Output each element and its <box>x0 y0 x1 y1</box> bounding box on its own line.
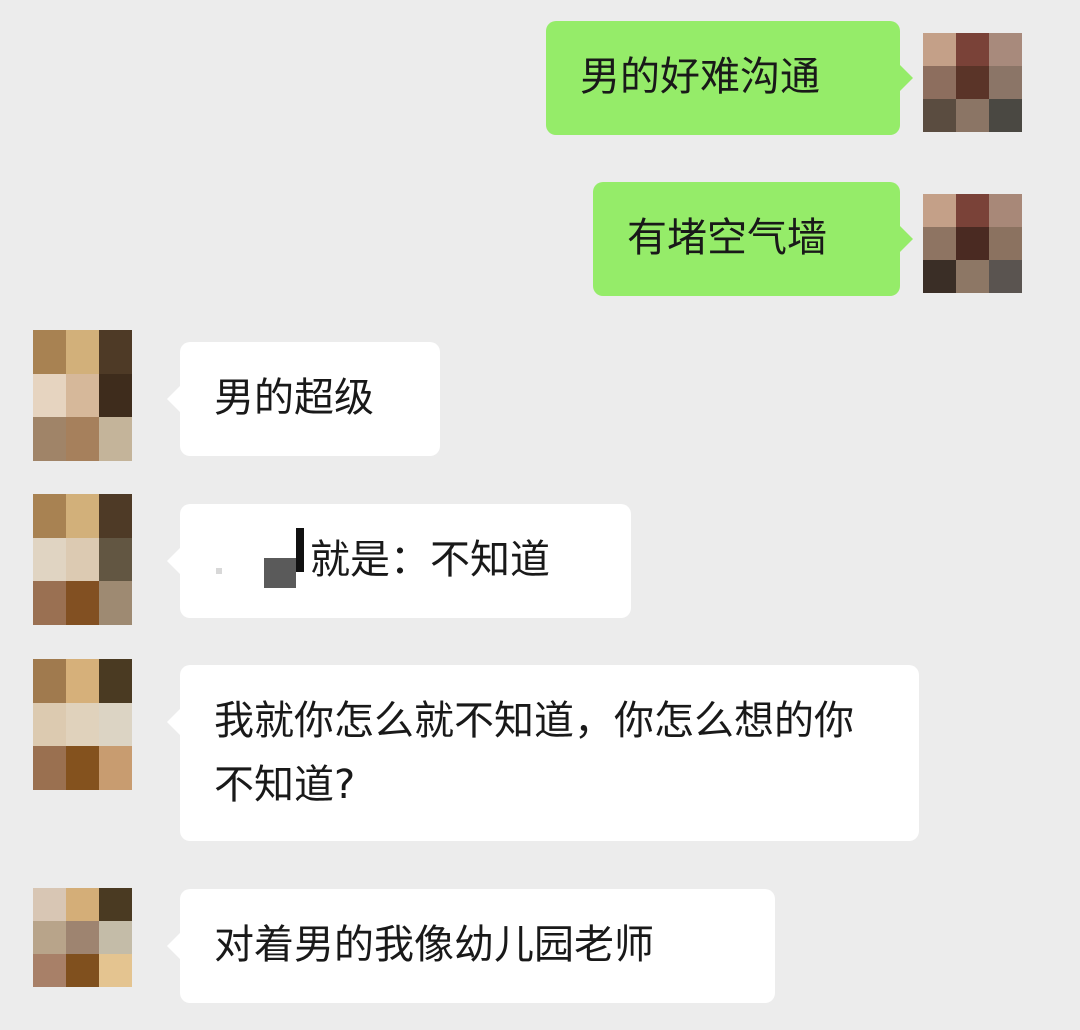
chat-message[interactable]: 男的超级 <box>0 330 1080 461</box>
incoming-message-bubble[interactable]: 就是：不知道 <box>167 504 631 618</box>
message-text: 男的超级 <box>214 375 374 421</box>
message-text: 对着男的我像幼儿园老师 <box>214 922 654 968</box>
bubble-tail <box>167 709 180 735</box>
contact-avatar-icon[interactable] <box>33 888 132 987</box>
bubble-tail <box>167 386 180 412</box>
contact-avatar-icon[interactable] <box>33 659 132 790</box>
message-text: 我就你怎么就不知道，你怎么想的你不知道? <box>214 698 854 808</box>
message-text: 男的好难沟通 <box>580 54 820 100</box>
message-text: 就是：不知道 <box>310 537 550 583</box>
redaction-block <box>216 568 222 574</box>
redaction-block <box>264 558 296 588</box>
bubble-tail <box>167 548 180 574</box>
chat-message[interactable]: 有堵空气墙 <box>0 182 1080 297</box>
chat-message[interactable]: 男的好难沟通 <box>0 21 1080 136</box>
incoming-message-bubble[interactable]: 对着男的我像幼儿园老师 <box>167 889 775 1003</box>
chat-message[interactable]: 对着男的我像幼儿园老师 <box>0 888 1080 1004</box>
contact-avatar-icon[interactable] <box>33 494 132 625</box>
outgoing-message-bubble[interactable]: 有堵空气墙 <box>593 182 913 296</box>
chat-message[interactable]: 就是：不知道 <box>0 494 1080 625</box>
incoming-message-bubble[interactable]: 我就你怎么就不知道，你怎么想的你不知道? <box>167 665 919 841</box>
redaction-block <box>296 528 304 572</box>
bubble-tail <box>900 65 913 91</box>
message-text: 有堵空气墙 <box>627 215 827 261</box>
chat-message[interactable]: 我就你怎么就不知道，你怎么想的你不知道? <box>0 659 1080 842</box>
contact-avatar-icon[interactable] <box>33 330 132 461</box>
bubble-tail <box>900 226 913 252</box>
self-avatar-icon[interactable] <box>923 33 1022 132</box>
bubble-tail <box>167 933 180 959</box>
redaction-mark <box>214 528 310 592</box>
incoming-message-bubble[interactable]: 男的超级 <box>167 342 440 456</box>
outgoing-message-bubble[interactable]: 男的好难沟通 <box>546 21 913 135</box>
self-avatar-icon[interactable] <box>923 194 1022 293</box>
